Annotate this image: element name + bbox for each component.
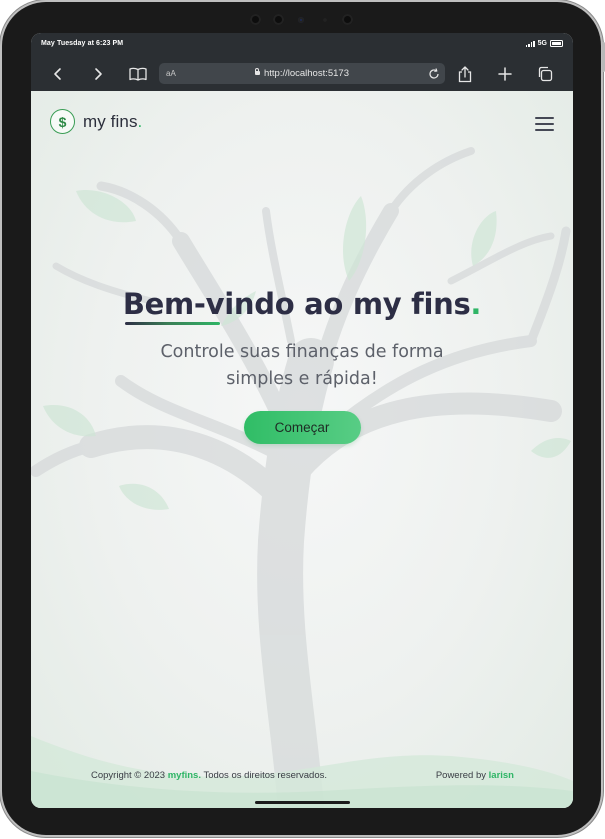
hero-subtitle: Controle suas finanças de forma simples … (160, 342, 444, 389)
site-logo[interactable]: $ my fins. (50, 109, 142, 134)
hamburger-menu-icon[interactable] (535, 117, 554, 131)
tablet-frame: May Tuesday at 6:23 PM 5G aA http://loca… (2, 2, 605, 835)
signal-icon (525, 40, 535, 47)
new-tab-icon[interactable] (494, 63, 516, 85)
title-underline (124, 322, 220, 325)
lock-icon (254, 67, 260, 75)
get-started-button[interactable]: Começar (243, 411, 361, 444)
home-indicator (255, 801, 350, 804)
bookmarks-icon[interactable] (127, 63, 149, 85)
footer: Copyright © 2023 myfins. Todos os direit… (31, 770, 573, 790)
battery-icon (550, 40, 563, 47)
footer-brand-link[interactable]: myfins. (168, 770, 201, 781)
hero-title: Bem-vindo ao my fins. (123, 287, 481, 325)
hero-section: Bem-vindo ao my fins. Controle suas fina… (31, 287, 573, 444)
copyright-text: Copyright © 2023 myfins. Todos os direit… (91, 770, 328, 781)
back-icon[interactable] (47, 63, 69, 85)
screen: May Tuesday at 6:23 PM 5G aA http://loca… (31, 33, 573, 808)
network-label: 5G (537, 40, 547, 47)
sensor (250, 14, 261, 25)
browser-toolbar: aA http://localhost:5173 (31, 57, 573, 91)
powered-by-text: Powered by larisn (435, 770, 514, 781)
dollar-icon: $ (50, 109, 75, 134)
brand-name: my fins. (83, 111, 143, 131)
author-link[interactable]: larisn (489, 770, 514, 781)
web-page: $ my fins. Bem-vindo ao my fins. Control… (31, 91, 573, 808)
forward-icon[interactable] (87, 63, 109, 85)
front-camera (298, 17, 304, 23)
tabs-icon[interactable] (534, 63, 556, 85)
sensor (323, 18, 327, 22)
status-indicators: 5G (525, 40, 563, 47)
sensor (273, 14, 284, 25)
status-time: May Tuesday at 6:23 PM (41, 40, 124, 47)
address-bar[interactable]: aA http://localhost:5173 (159, 63, 445, 84)
status-bar: May Tuesday at 6:23 PM 5G (31, 33, 573, 57)
url-text: http://localhost:5173 (263, 68, 350, 79)
share-icon[interactable] (454, 63, 476, 85)
tree-background-illustration (31, 147, 573, 808)
sensor (342, 14, 353, 25)
reload-icon[interactable] (428, 67, 440, 85)
